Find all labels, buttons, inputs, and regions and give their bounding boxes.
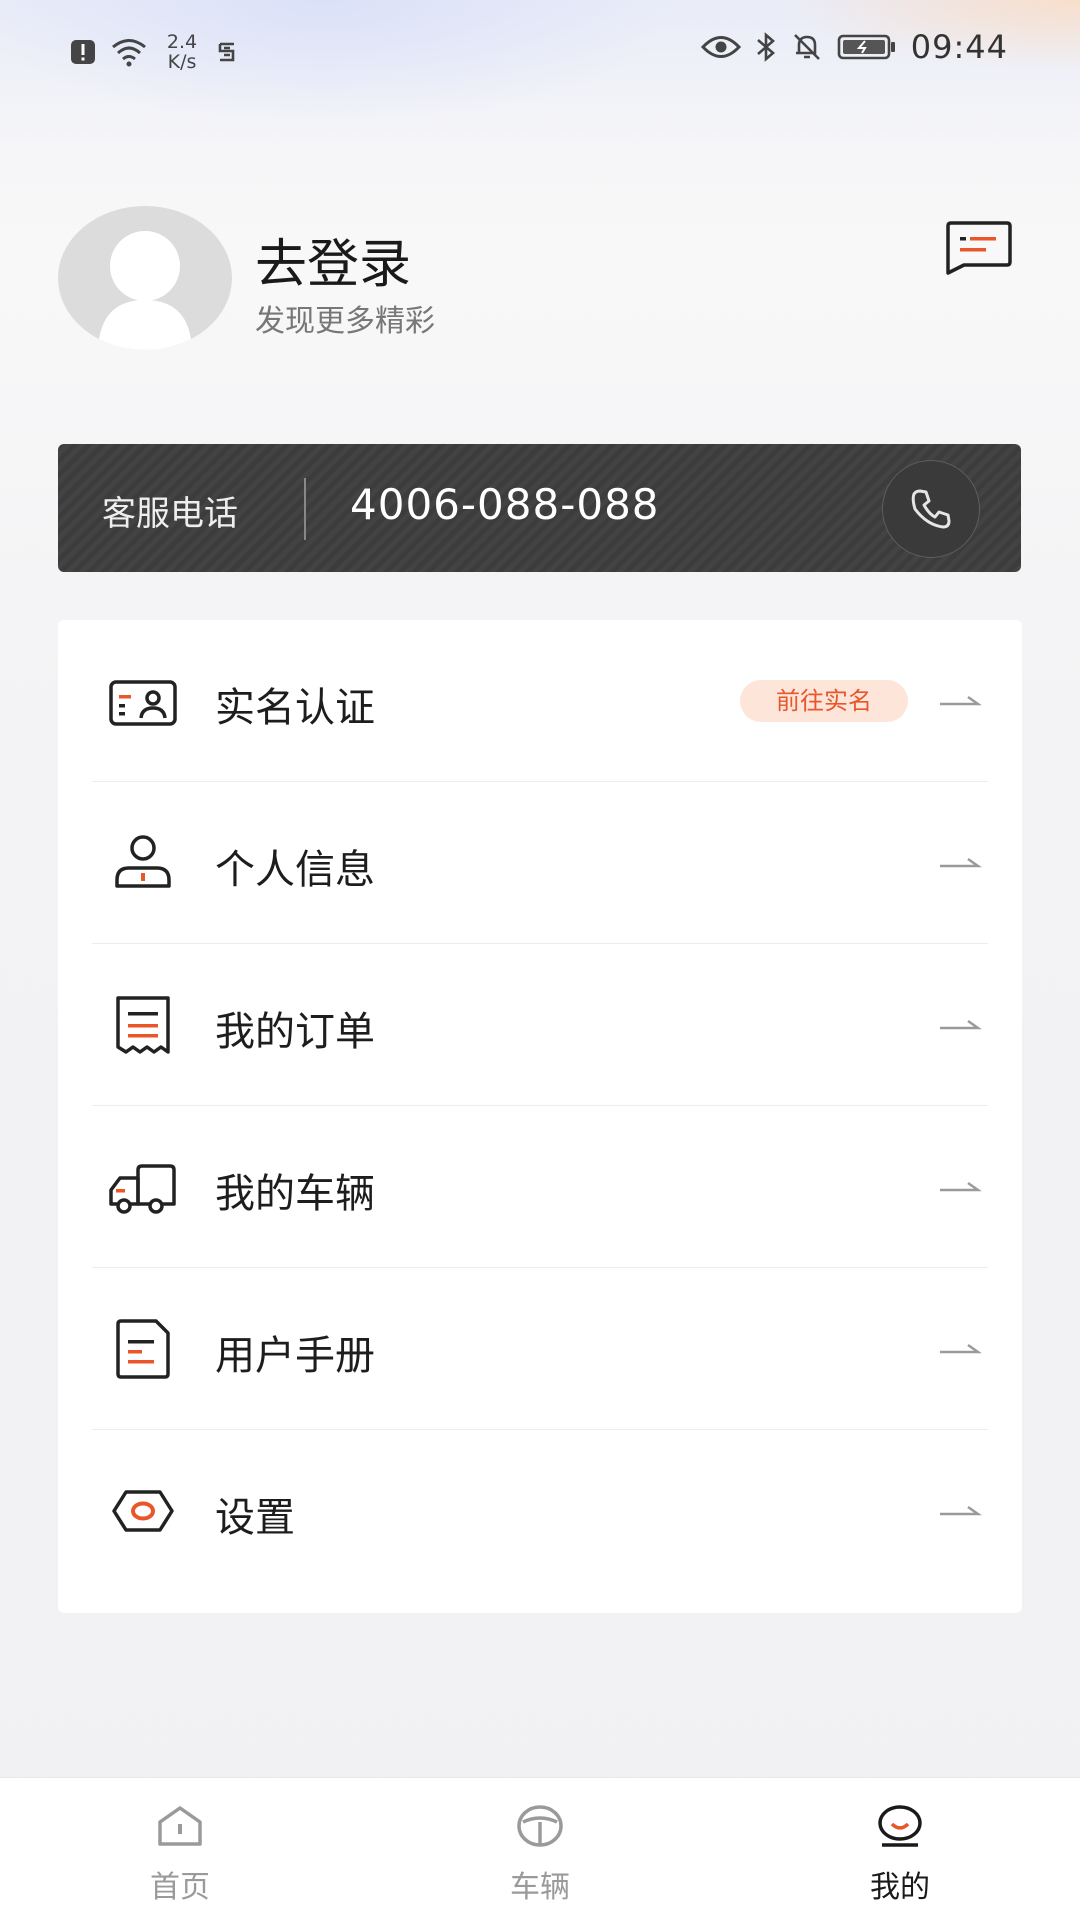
status-bar: 2.4 K/s 09:44 [0,0,1080,100]
home-icon [158,1806,202,1846]
menu-item-label: 我的车辆 [215,1171,375,1217]
hotline-divider [304,478,306,540]
menu-item-label: 个人信息 [215,847,375,893]
menu-item-personal-info[interactable]: 个人信息 [58,782,1022,944]
arrow-right-icon [940,1505,982,1516]
menu-item-my-orders[interactable]: 我的订单 [58,944,1022,1106]
verify-badge[interactable]: 前往实名 [740,680,908,722]
id-card-icon [109,680,177,726]
arrow-right-icon [940,857,982,868]
bottom-tab-bar: 首页 车辆 我的 [0,1777,1080,1920]
network-speed-unit: K/s [167,51,197,73]
message-button[interactable] [944,220,1014,276]
receipt-icon [116,996,170,1054]
menu-list: 实名认证 前往实名 个人信息 我的订单 我的车辆 用户手册 设置 [58,620,1022,1613]
tab-label: 车辆 [510,1870,570,1905]
message-icon [946,221,1012,275]
menu-item-settings[interactable]: 设置 [58,1430,1022,1592]
network-speed: 2.4 K/s [162,32,202,72]
phone-icon [911,489,951,529]
arrow-right-icon [940,1343,982,1354]
menu-item-label: 设置 [215,1495,295,1541]
wifi-icon [112,39,146,67]
menu-item-label: 我的订单 [215,1009,375,1055]
bell-off-icon [793,34,820,60]
battery-icon [837,34,895,60]
arrow-right-icon [940,695,982,706]
customer-service-card: 客服电话 4006-088-088 [58,444,1021,572]
bluetooth-icon [756,32,775,62]
profile-icon [878,1805,922,1847]
menu-item-my-vehicles[interactable]: 我的车辆 [58,1106,1022,1268]
login-title[interactable]: 去登录 [255,222,411,297]
tab-home[interactable]: 首页 [80,1778,280,1920]
hotline-number: 4006-088-088 [350,480,660,529]
person-icon [115,835,171,888]
settings-icon [112,1490,174,1532]
tab-vehicles[interactable]: 车辆 [440,1778,640,1920]
steering-wheel-icon [517,1805,563,1847]
avatar[interactable] [58,206,232,350]
tab-label: 我的 [870,1870,930,1905]
manual-icon [116,1319,170,1379]
arrow-right-icon [940,1019,982,1030]
alert-icon [71,40,95,64]
menu-item-user-manual[interactable]: 用户手册 [58,1268,1022,1430]
network-speed-value: 2.4 [166,31,198,53]
eye-icon [700,36,741,58]
default-avatar-icon [98,231,192,350]
status-time: 09:44 [910,28,1008,66]
menu-item-real-name-verification[interactable]: 实名认证 前往实名 [58,620,1022,782]
menu-item-label: 用户手册 [215,1333,375,1379]
call-button[interactable] [882,460,980,558]
menu-item-label: 实名认证 [215,685,375,731]
hotline-label: 客服电话 [102,494,238,534]
login-subtitle: 发现更多精彩 [255,304,435,339]
data-saver-icon [218,42,235,62]
tab-profile[interactable]: 我的 [800,1778,1000,1920]
vehicle-icon [109,1164,176,1214]
arrow-right-icon [940,1181,982,1192]
tab-label: 首页 [150,1870,210,1905]
